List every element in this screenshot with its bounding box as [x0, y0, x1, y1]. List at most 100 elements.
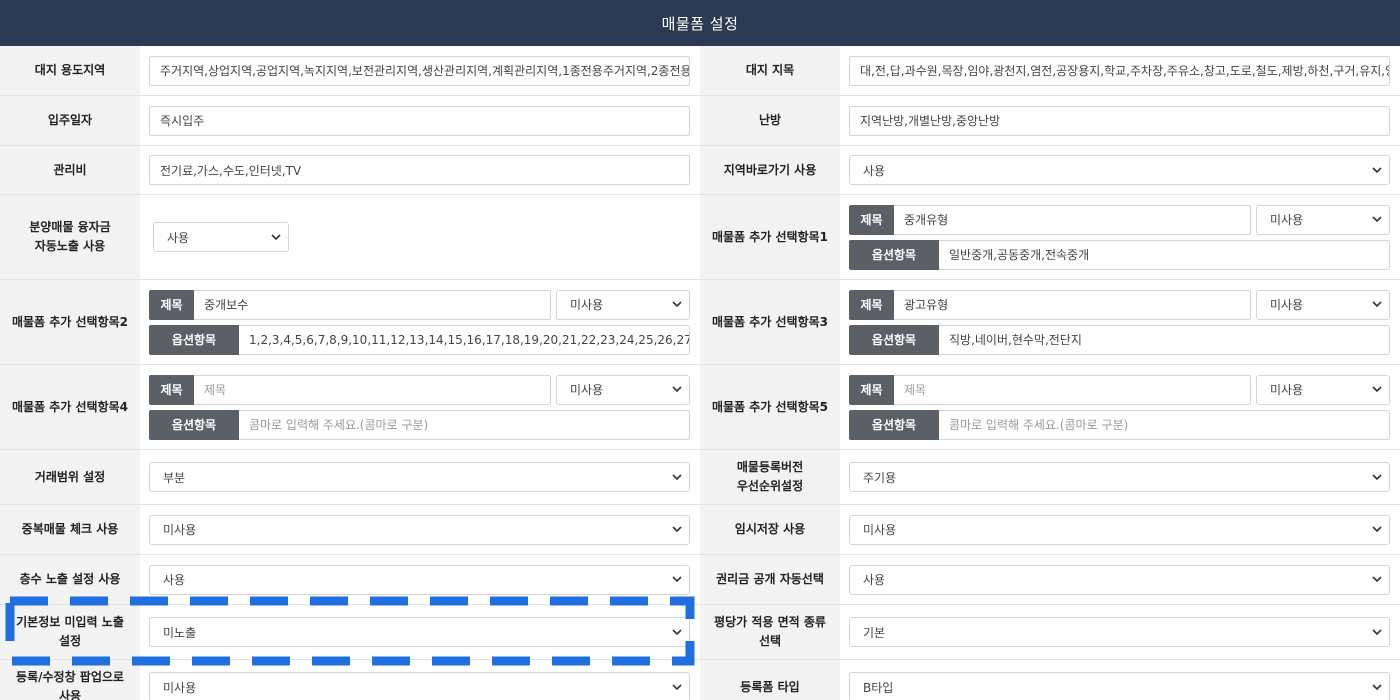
- row-label: 입주일자: [0, 96, 140, 145]
- extra-field-options-group: 옵션항목 직방,네이버,현수막,전단지: [849, 324, 1390, 355]
- extra-field-title-group: 제목 광고유형 미사용: [849, 289, 1390, 320]
- extra-field-options-group: 옵션항목 콤마로 입력해 주세요.(콤마로 구분): [149, 409, 690, 440]
- form-type-select[interactable]: B타입: [849, 672, 1390, 700]
- settings-row: 매물폼 추가 선택항목4 제목 제목 미사용 옵션항목 콤마로 입력해 주세요.…: [0, 365, 1400, 450]
- extra-field-4-status-select[interactable]: 미사용: [556, 374, 690, 405]
- move-in-date-input[interactable]: 즉시입주: [149, 105, 690, 136]
- select-value: 미사용: [1270, 383, 1304, 397]
- title-tag: 제목: [849, 204, 894, 235]
- extra-field-options-group: 옵션항목 콤마로 입력해 주세요.(콤마로 구분): [849, 409, 1390, 440]
- loan-auto-expose-select[interactable]: 사용: [153, 222, 289, 252]
- extra-field-title-group: 제목 제목 미사용: [149, 374, 690, 405]
- select-value: 기본: [863, 625, 886, 640]
- basic-info-expose-select[interactable]: 미노출: [149, 617, 690, 647]
- chevron-down-icon: [1371, 471, 1383, 483]
- options-tag: 옵션항목: [849, 409, 939, 440]
- settings-row: 입주일자 즉시입주 난방 지역난방,개별난방,중앙난방: [0, 96, 1400, 146]
- extra-field-5-options-input[interactable]: 콤마로 입력해 주세요.(콤마로 구분): [939, 409, 1390, 440]
- duplicate-check-select[interactable]: 미사용: [149, 514, 690, 545]
- select-value: 미사용: [863, 523, 897, 537]
- settings-row: 층수 노출 설정 사용 사용 권리금 공개 자동선택 사용: [0, 555, 1400, 605]
- extra-field-1-status-select[interactable]: 미사용: [1256, 204, 1390, 235]
- extra-field-title-group: 제목 중개보수 미사용: [149, 289, 690, 320]
- settings-row: 관리비 전기료,가스,수도,인터넷,TV 지역바로가기 사용 사용: [0, 146, 1400, 195]
- extra-field-5-status-select[interactable]: 미사용: [1256, 374, 1390, 405]
- deal-range-select[interactable]: 부분: [149, 462, 690, 492]
- row-label: 대지 용도지역: [0, 46, 140, 95]
- row-label: 기본정보 미입력 노출 설정: [0, 605, 140, 659]
- row-label: 매물폼 추가 선택항목2: [0, 280, 140, 364]
- heating-input[interactable]: 지역난방,개별난방,중앙난방: [849, 105, 1390, 136]
- extra-field-3-status-select[interactable]: 미사용: [1256, 289, 1390, 320]
- settings-row: 기본정보 미입력 노출 설정 미노출 평당가 적용 면적 종류 선택 기본: [0, 605, 1400, 660]
- popup-mode-select[interactable]: 미사용: [149, 672, 690, 700]
- settings-row: 대지 용도지역 주거지역,상업지역,공업지역,녹지지역,보전관리지역,생산관리지…: [0, 46, 1400, 96]
- extra-field-3-options-input[interactable]: 직방,네이버,현수막,전단지: [939, 324, 1390, 355]
- extra-field-1-title-input[interactable]: 중개유형: [894, 204, 1251, 235]
- extra-field-3-title-input[interactable]: 광고유형: [894, 289, 1251, 320]
- extra-field-options-group: 옵션항목 일반중개,공동중개,전속중개: [849, 239, 1390, 270]
- chevron-down-icon: [671, 626, 683, 638]
- settings-row: 등록/수정창 팝업으로 사용 미사용 등록폼 타입 B타입: [0, 660, 1400, 700]
- select-value: 부분: [163, 470, 186, 485]
- area-type-select[interactable]: 기본: [849, 617, 1390, 647]
- temp-save-select[interactable]: 미사용: [849, 514, 1390, 545]
- row-label: 대지 지목: [700, 46, 840, 95]
- title-tag: 제목: [849, 374, 894, 405]
- select-value: 미사용: [163, 680, 197, 695]
- row-label: 관리비: [0, 146, 140, 194]
- extra-field-4-options-input[interactable]: 콤마로 입력해 주세요.(콤마로 구분): [239, 409, 690, 440]
- settings-row: 거래범위 설정 부분 매물등록버전 우선순위설정 주기용: [0, 450, 1400, 505]
- select-value: 미사용: [1270, 213, 1304, 227]
- chevron-down-icon: [270, 231, 282, 243]
- extra-field-4-title-input[interactable]: 제목: [194, 374, 551, 405]
- premium-auto-select[interactable]: 사용: [849, 564, 1390, 595]
- chevron-down-icon: [1371, 384, 1383, 396]
- extra-field-5-title-input[interactable]: 제목: [894, 374, 1251, 405]
- row-label: 임시저장 사용: [700, 505, 840, 554]
- chevron-down-icon: [671, 384, 683, 396]
- row-label: 매물등록버전 우선순위설정: [700, 450, 840, 504]
- row-label: 분양매물 융자금 자동노출 사용: [0, 195, 140, 279]
- row-label: 매물폼 추가 선택항목4: [0, 365, 140, 449]
- page-title: 매물폼 설정: [661, 14, 739, 33]
- extra-field-title-group: 제목 중개유형 미사용: [849, 204, 1390, 235]
- title-tag: 제목: [149, 289, 194, 320]
- row-label: 평당가 적용 면적 종류 선택: [700, 605, 840, 659]
- chevron-down-icon: [671, 681, 683, 693]
- extra-field-2-title-input[interactable]: 중개보수: [194, 289, 551, 320]
- settings-row: 매물폼 추가 선택항목2 제목 중개보수 미사용 옵션항목 1,2,3,4,5,…: [0, 280, 1400, 365]
- extra-field-title-group: 제목 제목 미사용: [849, 374, 1390, 405]
- land-use-zone-input[interactable]: 주거지역,상업지역,공업지역,녹지지역,보전관리지역,생산관리지역,계획관리지역…: [149, 55, 690, 86]
- select-value: 미사용: [570, 298, 604, 312]
- extra-field-1-options-input[interactable]: 일반중개,공동중개,전속중개: [939, 239, 1390, 270]
- extra-field-2-options-input[interactable]: 1,2,3,4,5,6,7,8,9,10,11,12,13,14,15,16,1…: [239, 324, 690, 355]
- chevron-down-icon: [1371, 681, 1383, 693]
- options-tag: 옵션항목: [149, 409, 239, 440]
- floor-expose-select[interactable]: 사용: [149, 564, 690, 595]
- chevron-down-icon: [671, 524, 683, 536]
- land-category-input[interactable]: 대,전,답,과수원,목장,임야,광천지,염전,공장용지,학교,주차장,주유소,창…: [849, 55, 1390, 86]
- select-value: 사용: [863, 163, 886, 178]
- version-priority-select[interactable]: 주기용: [849, 462, 1390, 492]
- settings-row: 중복매물 체크 사용 미사용 임시저장 사용 미사용: [0, 505, 1400, 555]
- maintenance-fee-input[interactable]: 전기료,가스,수도,인터넷,TV: [149, 155, 690, 185]
- select-value: B타입: [863, 680, 894, 695]
- chevron-down-icon: [1371, 299, 1383, 311]
- chevron-down-icon: [1371, 524, 1383, 536]
- extra-field-options-group: 옵션항목 1,2,3,4,5,6,7,8,9,10,11,12,13,14,15…: [149, 324, 690, 355]
- row-label: 거래범위 설정: [0, 450, 140, 504]
- row-label: 매물폼 추가 선택항목3: [700, 280, 840, 364]
- region-shortcut-select[interactable]: 사용: [849, 155, 1390, 185]
- row-label: 권리금 공개 자동선택: [700, 555, 840, 604]
- chevron-down-icon: [1371, 574, 1383, 586]
- title-tag: 제목: [849, 289, 894, 320]
- row-label: 등록/수정창 팝업으로 사용: [0, 660, 140, 700]
- row-label: 등록폼 타입: [700, 660, 840, 700]
- select-value: 사용: [163, 573, 186, 587]
- extra-field-2-status-select[interactable]: 미사용: [556, 289, 690, 320]
- settings-row: 분양매물 융자금 자동노출 사용 사용 매물폼 추가 선택항목1 제목 중개유형…: [0, 195, 1400, 280]
- row-label: 지역바로가기 사용: [700, 146, 840, 194]
- options-tag: 옵션항목: [149, 324, 239, 355]
- row-label: 매물폼 추가 선택항목5: [700, 365, 840, 449]
